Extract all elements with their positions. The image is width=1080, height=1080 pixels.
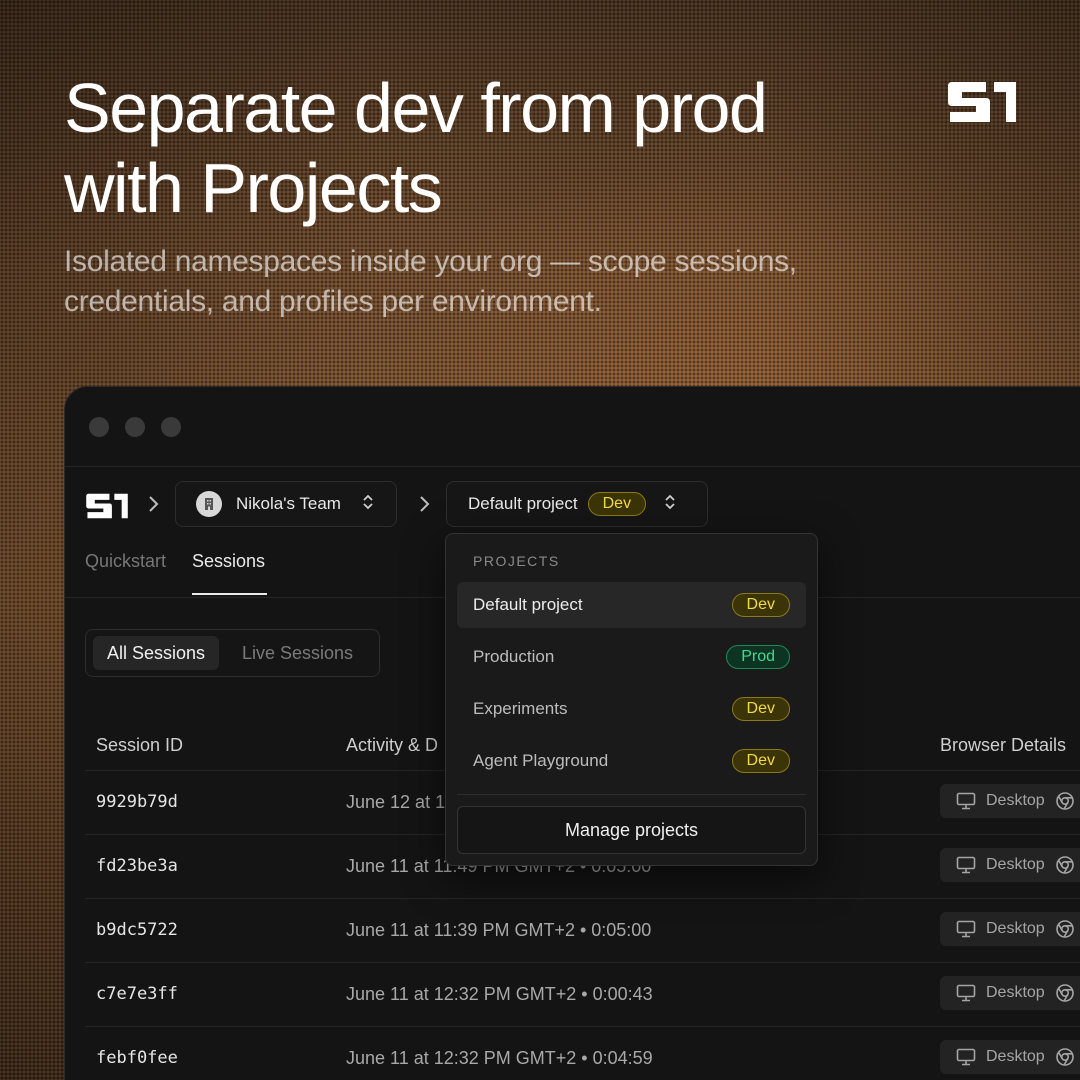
tab-sessions[interactable]: Sessions [192, 551, 265, 572]
activity-cell: June 11 at 12:32 PM GMT+2 • 0:00:43 [346, 984, 653, 1004]
chrome-icon [1055, 984, 1074, 1002]
chevron-up-down-icon [664, 493, 676, 516]
monitor-icon [956, 1048, 976, 1066]
browser-details-badge: Desktop [940, 1040, 1080, 1074]
window-close-dot[interactable] [89, 417, 109, 437]
divider [457, 794, 806, 795]
hero-subtitle-line-1: Isolated namespaces inside your org — sc… [64, 245, 797, 278]
building-icon [196, 491, 222, 517]
project-env-badge: Dev [587, 492, 647, 516]
monitor-icon [956, 984, 976, 1002]
project-item-name: Default project [473, 595, 583, 614]
activity-cell: June 11 at 11:39 PM GMT+2 • 0:05:00 [346, 920, 652, 940]
browser-details-badge: Desktop [940, 848, 1080, 882]
project-item-production[interactable]: Production Prod [457, 634, 806, 680]
filter-live-sessions[interactable]: Live Sessions [228, 636, 367, 670]
chevron-up-down-icon [362, 493, 374, 516]
project-item-default[interactable]: Default project Dev [457, 582, 806, 628]
project-item-badge: Dev [731, 697, 790, 721]
project-item-agent-playground[interactable]: Agent Playground Dev [457, 738, 806, 784]
hero-title-line-1: Separate dev from prod [64, 69, 768, 147]
column-header-activity[interactable]: Activity & D [346, 735, 438, 756]
activity-cell: June 12 at 1 [346, 792, 446, 812]
dropdown-heading: PROJECTS [473, 553, 560, 569]
row-divider [85, 898, 1080, 899]
window-titlebar [65, 387, 1080, 467]
browser-details-badge: Desktop [940, 784, 1080, 818]
team-name: Nikola's Team [236, 494, 341, 513]
monitor-icon [956, 792, 976, 810]
row-divider [85, 1026, 1080, 1027]
chrome-icon [1055, 856, 1074, 874]
project-item-experiments[interactable]: Experiments Dev [457, 686, 806, 732]
project-item-badge: Prod [726, 645, 790, 669]
browser-label: Desktop [986, 1048, 1045, 1065]
browser-details-badge: Desktop [940, 976, 1080, 1010]
browser-label: Desktop [986, 920, 1045, 937]
session-id-cell[interactable]: b9dc5722 [96, 920, 178, 940]
chrome-icon [1055, 792, 1074, 810]
tab-quickstart[interactable]: Quickstart [85, 551, 166, 572]
monitor-icon [956, 856, 976, 874]
session-id-cell[interactable]: febf0fee [96, 1048, 178, 1068]
column-header-browser[interactable]: Browser Details [940, 735, 1066, 756]
session-id-cell[interactable]: fd23be3a [96, 856, 178, 876]
projects-dropdown: PROJECTS Default project Dev Production … [445, 533, 818, 866]
session-id-cell[interactable]: c7e7e3ff [96, 984, 178, 1004]
chevron-right-icon [418, 495, 430, 513]
project-item-name: Agent Playground [473, 751, 609, 770]
browser-label: Desktop [986, 856, 1045, 873]
manage-projects-button[interactable]: Manage projects [457, 806, 806, 854]
monitor-icon [956, 920, 976, 938]
browser-label: Desktop [986, 792, 1045, 809]
project-item-badge: Dev [731, 749, 790, 773]
window-maximize-dot[interactable] [161, 417, 181, 437]
breadcrumb: Nikola's Team Default project Dev [65, 481, 1080, 529]
session-id-cell[interactable]: 9929b79d [96, 792, 178, 812]
filter-all-sessions[interactable]: All Sessions [93, 636, 220, 670]
app-logo-icon[interactable] [85, 491, 129, 521]
active-tab-indicator [192, 593, 267, 595]
team-switcher-button[interactable]: Nikola's Team [175, 481, 397, 527]
hero-subtitle-line-2: credentials, and profiles per environmen… [64, 285, 602, 318]
project-item-name: Experiments [473, 699, 568, 718]
session-filter-toggle: All Sessions Live Sessions [85, 629, 380, 677]
browser-details-badge: Desktop [940, 912, 1080, 946]
project-name: Default project [468, 494, 578, 513]
project-switcher-button[interactable]: Default project Dev [446, 481, 708, 527]
hero-title-line-2: with Projects [64, 149, 443, 227]
browser-label: Desktop [986, 984, 1045, 1001]
brand-logo-icon [948, 82, 1016, 122]
window-minimize-dot[interactable] [125, 417, 145, 437]
chevron-right-icon [147, 495, 159, 513]
hero-subtitle: Isolated namespaces inside your org — sc… [64, 242, 924, 322]
column-header-session-id[interactable]: Session ID [96, 735, 183, 756]
activity-cell: June 11 at 12:32 PM GMT+2 • 0:04:59 [346, 1048, 653, 1068]
hero-title: Separate dev from prod with Projects [64, 68, 924, 228]
chrome-icon [1055, 1048, 1074, 1066]
project-item-badge: Dev [731, 593, 790, 617]
project-item-name: Production [473, 647, 555, 666]
row-divider [85, 962, 1080, 963]
chrome-icon [1055, 920, 1074, 938]
